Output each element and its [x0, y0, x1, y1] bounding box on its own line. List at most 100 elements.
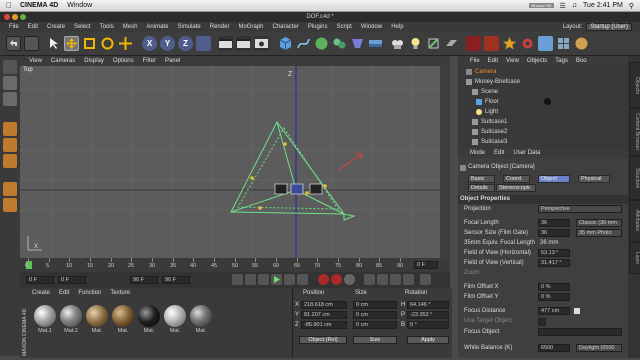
plugin-red-cube-icon[interactable] — [466, 36, 481, 51]
object-menu-objects[interactable]: Objects — [527, 56, 547, 66]
workplane-icon[interactable] — [444, 36, 459, 51]
projection-dropdown[interactable]: Perspective — [538, 205, 622, 213]
start-frame-field[interactable]: 0 F — [26, 276, 54, 284]
floor-environment-icon[interactable] — [368, 36, 383, 51]
zoom-window-button[interactable] — [20, 14, 26, 20]
object-row-floor[interactable]: Floor — [458, 97, 628, 107]
object-menu-tags[interactable]: Tags — [555, 56, 568, 66]
tab-objects-side[interactable]: Objects — [629, 62, 640, 108]
viewport-menu-panel[interactable]: Panel — [165, 58, 180, 64]
plugin-gear-icon[interactable] — [520, 36, 535, 51]
layout-dropdown[interactable]: Startup (User) — [586, 23, 632, 31]
position-track-icon[interactable] — [364, 274, 375, 285]
focal-length-preset-dropdown[interactable]: Classic (36 mm — [576, 219, 622, 227]
viewport-menu-view[interactable]: View — [29, 58, 42, 64]
go-to-end-icon[interactable] — [297, 274, 308, 285]
layout-selector[interactable]: Layout: Startup (User) — [563, 23, 632, 31]
focal-length-field[interactable]: 36 — [538, 219, 570, 227]
apply-button[interactable]: Apply — [407, 336, 449, 344]
menu-mograph[interactable]: MoGraph — [238, 24, 263, 30]
material-swatch-7[interactable] — [190, 305, 212, 327]
plugin-star-icon[interactable] — [502, 36, 517, 51]
film-offset-y-field[interactable]: 0 % — [538, 293, 570, 301]
points-mode-icon[interactable] — [3, 122, 17, 136]
subdivision-surface-icon[interactable] — [314, 36, 329, 51]
menu-animate[interactable]: Animate — [146, 24, 168, 30]
focus-object-link-field[interactable] — [538, 328, 622, 336]
make-editable-icon[interactable] — [3, 60, 17, 74]
cloner-icon[interactable] — [332, 36, 347, 51]
white-balance-preset-dropdown[interactable]: Daylight (6500 — [576, 344, 622, 352]
object-row-camera[interactable]: Camera — [458, 67, 628, 77]
tab-stereoscopic[interactable]: Stereoscopic — [496, 184, 536, 192]
mac-app-name[interactable]: CINEMA 4D — [20, 2, 58, 9]
menu-plugins[interactable]: Plugins — [308, 24, 328, 30]
tab-object[interactable]: Object — [538, 175, 570, 183]
menu-simulate[interactable]: Simulate — [177, 24, 200, 30]
object-row-suitcase3[interactable]: Suitcase3 — [458, 137, 628, 147]
polygons-mode-icon[interactable] — [3, 154, 17, 168]
keyframe-selection-icon[interactable] — [344, 274, 355, 285]
axis-mode-icon[interactable] — [3, 182, 17, 196]
size-y-field[interactable]: 0 cm — [353, 311, 397, 319]
attribute-menu-user-data[interactable]: User Data — [513, 148, 540, 158]
edges-mode-icon[interactable] — [3, 138, 17, 152]
redo-icon[interactable] — [24, 36, 39, 51]
menu-character[interactable]: Character — [272, 24, 298, 30]
object-menu-view[interactable]: View — [506, 56, 519, 66]
apple-icon[interactable]:  — [6, 1, 12, 10]
tab-details[interactable]: Details — [468, 184, 495, 192]
light-icon[interactable] — [408, 36, 423, 51]
material-swatch-4[interactable] — [112, 305, 134, 327]
tab-structure-side[interactable]: Structure — [629, 156, 640, 200]
snap-icon[interactable] — [426, 36, 441, 51]
position-x-field[interactable]: 218.618 cm — [301, 301, 347, 309]
menu-file[interactable]: File — [9, 24, 19, 30]
focus-distance-pick-icon[interactable] — [574, 308, 580, 314]
tab-attributes-side[interactable]: Attributes — [629, 200, 640, 242]
coordinate-system-icon[interactable] — [196, 36, 211, 51]
object-menu-edit[interactable]: Edit — [488, 56, 498, 66]
viewport-menu-options[interactable]: Options — [113, 58, 134, 64]
coord-size-mode-dropdown[interactable]: Size — [353, 336, 397, 344]
menu-help[interactable]: Help — [391, 24, 403, 30]
position-z-field[interactable]: -85.901 cm — [301, 321, 347, 329]
material-swatch-5[interactable] — [138, 305, 160, 327]
move-tool-icon[interactable] — [64, 36, 79, 51]
tab-content-browser-side[interactable]: Content Browser — [629, 108, 640, 156]
tab-basic[interactable]: Basic — [468, 175, 495, 183]
close-window-button[interactable] — [4, 14, 10, 20]
material-swatch-1[interactable] — [34, 305, 56, 327]
plugin-puzzle-icon[interactable] — [538, 36, 553, 51]
scale-track-icon[interactable] — [377, 274, 388, 285]
menu-tools[interactable]: Tools — [100, 24, 114, 30]
scale-tool-icon[interactable] — [82, 36, 97, 51]
object-row-money-briefcase[interactable]: Money-Briefcase — [458, 77, 628, 87]
undo-icon[interactable] — [6, 36, 21, 51]
rotation-b-field[interactable]: 0 ° — [407, 321, 449, 329]
clock-text[interactable]: Tue 2:41 PM — [583, 2, 623, 9]
recent-tool-icon[interactable] — [118, 36, 133, 51]
autokey-icon[interactable] — [331, 274, 342, 285]
tab-layer-side[interactable]: Layer — [629, 242, 640, 274]
timeline-end-frame[interactable]: 0 F — [414, 261, 438, 269]
render-view-icon[interactable] — [218, 36, 233, 51]
material-menu-function[interactable]: Function — [78, 288, 101, 298]
viewport-menu-filter[interactable]: Filter — [143, 58, 156, 64]
viewport-menu-cameras[interactable]: Cameras — [51, 58, 75, 64]
wifi-icon[interactable]: ☰ — [560, 2, 566, 10]
fov-horizontal-field[interactable]: 53.13 ° — [538, 249, 570, 257]
viewport-menu-display[interactable]: Display — [84, 58, 104, 64]
material-swatch-2[interactable] — [60, 305, 82, 327]
menu-window[interactable]: Window — [361, 24, 382, 30]
spotlight-icon[interactable]: ⚲ — [629, 2, 634, 10]
model-mode-icon[interactable] — [3, 76, 17, 90]
go-to-start-icon[interactable] — [232, 274, 243, 285]
viewport-canvas[interactable]: Z X — [20, 66, 440, 258]
deformer-icon[interactable] — [350, 36, 365, 51]
pen-spline-icon[interactable] — [296, 36, 311, 51]
tab-physical[interactable]: Physical — [578, 175, 610, 183]
material-swatch-6[interactable] — [164, 305, 186, 327]
render-settings-icon[interactable] — [254, 36, 269, 51]
material-menu-texture[interactable]: Texture — [110, 288, 130, 298]
